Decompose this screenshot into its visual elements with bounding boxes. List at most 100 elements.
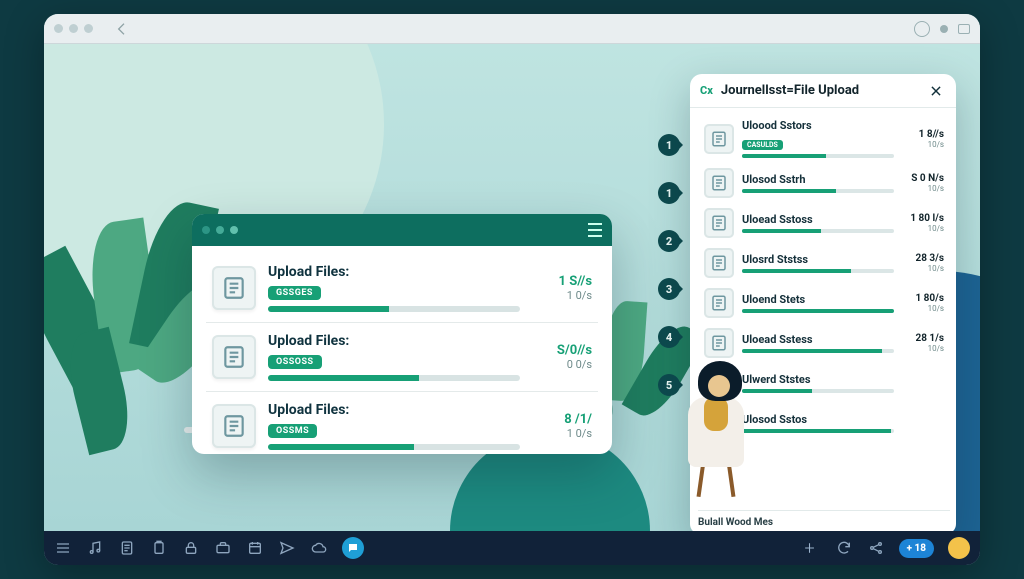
close-icon[interactable] (926, 81, 946, 101)
upload-item[interactable]: Uloead Sstess 28 1/s10/s (698, 323, 950, 363)
file-extra: 0 0/s (532, 358, 592, 371)
file-size: 1 S//s (532, 274, 592, 289)
item-extra: 10/s (902, 224, 944, 233)
status-icon (940, 25, 948, 33)
step-marker[interactable]: 2 (658, 230, 680, 252)
modal-titlebar[interactable] (192, 214, 612, 246)
upload-item[interactable]: Ulosrd Ststss 28 3/s10/s (698, 243, 950, 283)
window-dot[interactable] (69, 24, 78, 33)
upload-item[interactable]: Uloend Stets1 80/s10/s (698, 283, 950, 323)
progress-bar (742, 309, 894, 313)
status-icon (914, 21, 930, 37)
file-row[interactable]: Upload Files: GSSGES 1 S//s1 0/s (206, 254, 598, 323)
step-marker[interactable]: 1 (658, 182, 680, 204)
item-size: 1 8//s (902, 129, 944, 140)
taskbar: + + 18 (44, 531, 980, 565)
app-window: Upload Files:GSSGES1 S//s1 0/sUpload Fil… (44, 14, 980, 565)
item-extra: 10/s (902, 140, 944, 149)
item-extra: 10/s (902, 184, 944, 193)
item-extra: 10/s (902, 264, 944, 273)
notification-pill[interactable]: + 18 (899, 539, 934, 558)
upload-item[interactable]: Uloood Sstors CASULDS 1 8//s10/s (698, 114, 950, 163)
progress-bar (742, 389, 894, 393)
kebab-icon[interactable] (588, 223, 602, 237)
file-icon (704, 208, 734, 238)
modal-dot[interactable] (216, 226, 224, 234)
window-chrome (44, 14, 980, 44)
file-badge: OSSMS (268, 424, 317, 438)
progress-bar (742, 154, 894, 158)
step-marker[interactable]: 4 (658, 326, 680, 348)
file-title: Upload Files: (268, 264, 520, 280)
send-icon[interactable] (278, 539, 296, 557)
window-controls[interactable] (54, 24, 93, 33)
brand-mark: Cx (700, 84, 713, 97)
file-title: Upload Files: (268, 402, 520, 418)
upload-item[interactable]: Ulosod SstrhS 0 N/s10/s (698, 163, 950, 203)
item-badge: CASULDS (742, 140, 783, 150)
file-size: 8 /1/ (532, 412, 592, 427)
file-title: Upload Files: (268, 333, 520, 349)
file-icon (704, 328, 734, 358)
item-size: 1 80 l/s (902, 213, 944, 224)
window-dot[interactable] (84, 24, 93, 33)
footer-label: Bulall Wood Mes (698, 517, 773, 528)
upload-panel-header: Cx Journellsst=File Upload (690, 74, 956, 108)
back-button[interactable] (111, 18, 133, 40)
modal-dot[interactable] (230, 226, 238, 234)
item-title: Ulwerd Ststes (742, 373, 894, 386)
canvas: Upload Files:GSSGES1 S//s1 0/sUpload Fil… (44, 44, 980, 531)
document-icon[interactable] (118, 539, 136, 557)
file-badge: OSSOSS (268, 355, 322, 369)
progress-bar (742, 349, 894, 353)
menu-icon[interactable] (54, 539, 72, 557)
progress-bar (742, 269, 894, 273)
step-markers: 112345 (658, 134, 680, 396)
item-size: 28 3/s (902, 253, 944, 264)
file-icon (212, 404, 256, 448)
progress-bar (268, 444, 520, 450)
file-icon (704, 248, 734, 278)
avatar[interactable] (948, 537, 970, 559)
file-icon (212, 335, 256, 379)
progress-bar (268, 306, 520, 312)
window-dot[interactable] (54, 24, 63, 33)
calendar-icon[interactable] (246, 539, 264, 557)
file-icon (704, 168, 734, 198)
file-size: S/0//s (532, 343, 592, 358)
file-icon (704, 288, 734, 318)
file-extra: 1 0/s (532, 427, 592, 440)
file-row[interactable]: Upload Files: OSSMS 8 /1/1 0/s (206, 392, 598, 454)
progress-bar (742, 189, 894, 193)
chat-icon[interactable] (342, 537, 364, 559)
redo-icon[interactable] (835, 539, 853, 557)
item-title: Uloood Sstors (742, 119, 894, 132)
file-icon (704, 124, 734, 154)
upload-panel-footer: Bulall Wood Mes (698, 510, 950, 528)
step-marker[interactable]: 3 (658, 278, 680, 300)
file-extra: 1 0/s (532, 289, 592, 302)
lock-icon[interactable] (182, 539, 200, 557)
share-icon[interactable] (867, 539, 885, 557)
item-title: Ulosod Sstrh (742, 173, 894, 186)
item-title: Ulosrd Ststss (742, 253, 894, 266)
file-icon (212, 266, 256, 310)
clipboard-icon[interactable] (150, 539, 168, 557)
step-marker[interactable]: 1 (658, 134, 680, 156)
item-size: 28 1/s (902, 333, 944, 344)
add-button[interactable]: + (799, 537, 821, 559)
briefcase-icon[interactable] (214, 539, 232, 557)
upload-item[interactable]: Uloead Sstoss 1 80 l/s10/s (698, 203, 950, 243)
item-extra: 10/s (902, 304, 944, 313)
item-title: Uloead Sstess (742, 333, 894, 346)
modal-dot[interactable] (202, 226, 210, 234)
progress-bar (742, 229, 894, 233)
person-illustration (676, 361, 756, 491)
item-extra: 10/s (902, 344, 944, 353)
upload-modal: Upload Files:GSSGES1 S//s1 0/sUpload Fil… (192, 214, 612, 454)
item-title: Uloead Sstoss (742, 213, 894, 226)
file-badge: GSSGES (268, 286, 321, 300)
music-icon[interactable] (86, 539, 104, 557)
file-row[interactable]: Upload Files: OSSOSS S/0//s0 0/s (206, 323, 598, 392)
cloud-icon[interactable] (310, 539, 328, 557)
